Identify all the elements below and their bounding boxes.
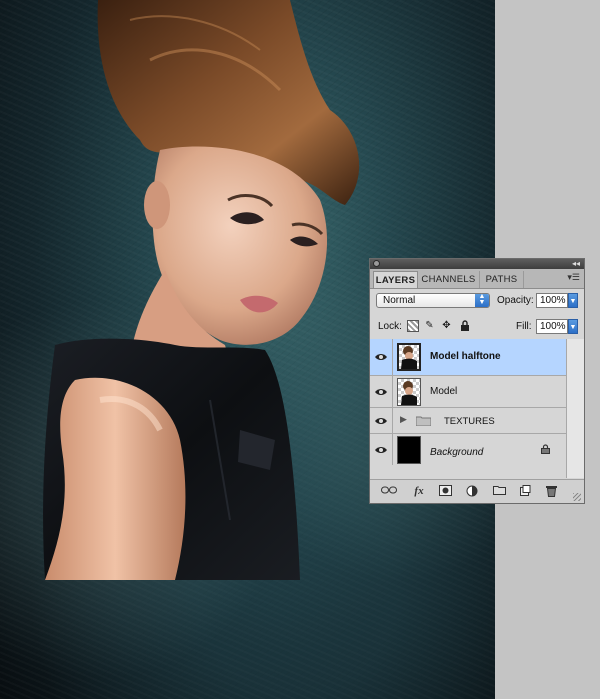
layers-list: Model halftone Model ▶ TEXTURES Backgrou	[370, 339, 566, 478]
tab-layers[interactable]: LAYERS	[373, 271, 418, 288]
lock-label: Lock:	[378, 321, 402, 332]
layer-thumbnail-icon	[397, 343, 421, 371]
close-panel-icon[interactable]	[373, 260, 380, 267]
new-group-folder-icon[interactable]	[492, 485, 506, 498]
fill-input[interactable]: 100%	[536, 319, 568, 334]
folder-icon	[416, 416, 431, 426]
lock-all-icon[interactable]	[459, 320, 470, 331]
link-layers-icon[interactable]	[380, 485, 398, 498]
new-adjustment-layer-icon[interactable]	[464, 485, 480, 498]
expand-triangle-icon[interactable]: ▶	[400, 414, 407, 425]
blend-opacity-row: Normal ▲ ▼ Opacity: 100% ▼	[370, 289, 584, 315]
layer-name: Model	[430, 386, 458, 397]
layer-row-model-halftone[interactable]: Model halftone	[370, 339, 566, 376]
panel-menu-icon[interactable]: ▾☰	[567, 272, 580, 283]
layer-lock-icon	[541, 444, 550, 454]
blend-mode-select[interactable]: Normal ▲ ▼	[376, 293, 490, 308]
layer-name: TEXTURES	[444, 416, 495, 427]
collapse-panel-icon[interactable]: ◂◂	[572, 259, 580, 269]
tab-paths[interactable]: PATHS	[480, 271, 524, 288]
layer-row-background[interactable]: Background	[370, 434, 566, 465]
layers-panel: ◂◂ LAYERS CHANNELS PATHS ▾☰ Normal ▲ ▼ Op…	[369, 258, 585, 504]
fill-dropdown-icon[interactable]: ▼	[568, 319, 578, 334]
visibility-eye-icon[interactable]	[370, 339, 393, 375]
lock-transparent-pixels-icon[interactable]	[407, 320, 419, 332]
tab-channels[interactable]: CHANNELS	[418, 271, 480, 288]
opacity-input[interactable]: 100%	[536, 293, 568, 308]
layer-row-textures-group[interactable]: ▶ TEXTURES	[370, 408, 566, 434]
fill-label: Fill:	[516, 321, 532, 332]
layer-name: Background	[430, 447, 484, 458]
layers-scrollbar[interactable]	[566, 339, 584, 478]
opacity-dropdown-icon[interactable]: ▼	[568, 293, 578, 308]
layer-row-model[interactable]: Model	[370, 376, 566, 408]
add-layer-style-fx-icon[interactable]: fx	[410, 485, 428, 498]
lock-image-pixels-brush-icon[interactable]: ✎	[424, 320, 435, 331]
add-layer-mask-icon[interactable]	[438, 485, 452, 498]
visibility-eye-icon[interactable]	[370, 434, 393, 465]
delete-layer-trash-icon[interactable]	[544, 485, 558, 498]
resize-grip-icon[interactable]	[573, 493, 581, 501]
opacity-label: Opacity:	[497, 295, 534, 306]
panel-titlebar[interactable]: ◂◂	[370, 259, 584, 269]
panel-tabs: LAYERS CHANNELS PATHS ▾☰	[370, 269, 584, 289]
layer-thumbnail-icon	[397, 378, 421, 406]
visibility-eye-icon[interactable]	[370, 376, 393, 407]
layers-bottom-toolbar: fx	[370, 479, 584, 503]
layer-thumbnail-icon	[397, 436, 421, 464]
lock-fill-row: Lock: ✎ ✥ Fill: 100% ▼	[370, 315, 584, 340]
blend-mode-value: Normal	[383, 295, 416, 306]
layer-name: Model halftone	[430, 351, 501, 362]
new-layer-icon[interactable]	[518, 485, 532, 498]
select-arrows-icon: ▲ ▼	[475, 293, 489, 307]
visibility-eye-icon[interactable]	[370, 408, 393, 433]
lock-position-move-icon[interactable]: ✥	[441, 320, 452, 331]
